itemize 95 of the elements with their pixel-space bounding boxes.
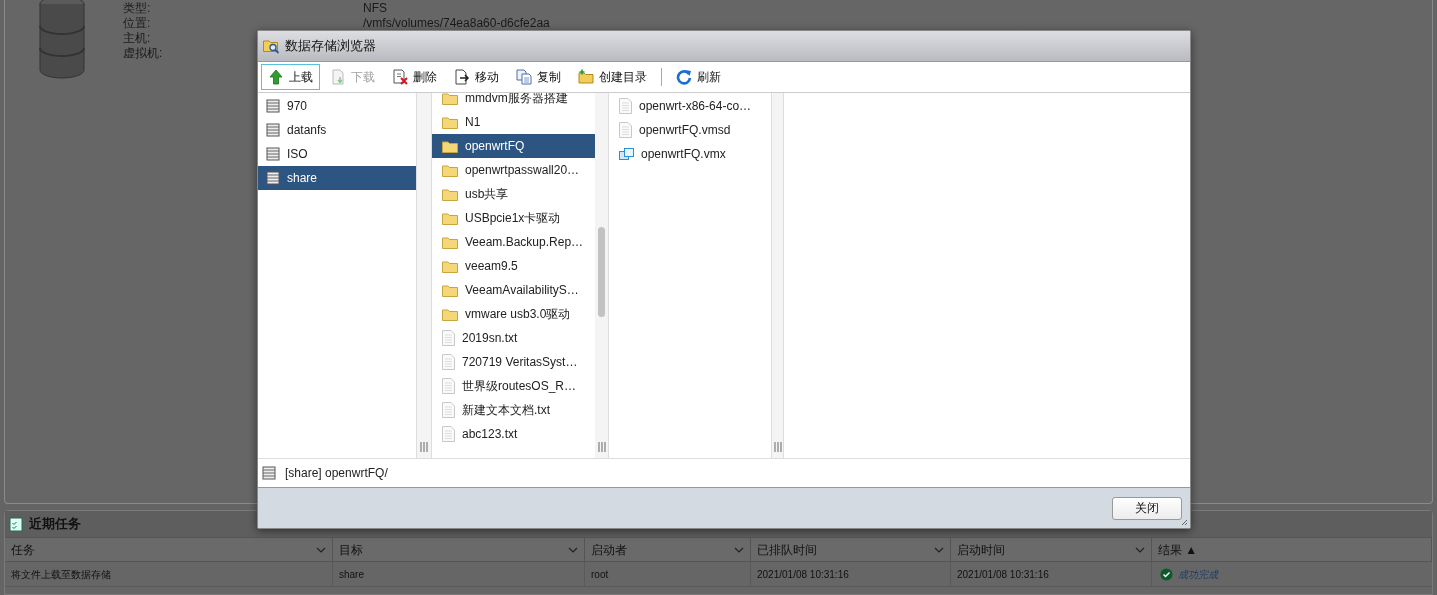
property-label: 类型: xyxy=(123,0,151,15)
document-icon xyxy=(442,378,455,394)
file-list-item[interactable]: openwrt-x86-64-co… xyxy=(609,94,771,118)
panel-title: 近期任务 xyxy=(29,515,81,534)
resize-corner-icon[interactable] xyxy=(1181,519,1188,526)
property-label: 位置: xyxy=(123,15,151,30)
folder-icon xyxy=(442,211,458,225)
chevron-down-icon[interactable] xyxy=(734,546,744,553)
table-cell-text: root xyxy=(591,567,609,582)
file-list-item[interactable]: abc123.txt xyxy=(432,422,595,446)
toolbar-button[interactable]: 复制 xyxy=(509,64,568,90)
toolbar-button[interactable]: 移动 xyxy=(447,64,506,90)
table-cell-text: 2021/01/08 10:31:16 xyxy=(957,567,1049,582)
file-list-item[interactable]: openwrtFQ xyxy=(432,134,595,158)
clipboard-check-icon xyxy=(9,516,23,532)
column-header[interactable]: 启动时间 xyxy=(951,538,1152,561)
chevron-down-icon[interactable] xyxy=(568,546,578,553)
column-header[interactable]: 目标 xyxy=(333,538,585,561)
file-list-item[interactable]: usb共享 xyxy=(432,182,595,206)
document-icon xyxy=(442,402,455,418)
column-header[interactable]: 已排队时间 xyxy=(751,538,951,561)
database-icon xyxy=(266,99,280,113)
table-cell-text: share xyxy=(339,567,364,582)
path-text: [share] openwrtFQ/ xyxy=(285,465,388,482)
document-icon xyxy=(442,426,455,442)
scrollbar-thumb[interactable] xyxy=(598,227,605,317)
datastore-item[interactable]: ISO xyxy=(258,142,416,166)
document-icon xyxy=(619,98,632,114)
document-icon xyxy=(619,122,632,138)
datastore-item[interactable]: share xyxy=(258,166,416,190)
dialog-title: 数据存储浏览器 xyxy=(285,37,376,56)
column-header[interactable]: 启动者 xyxy=(585,538,751,561)
folder-icon xyxy=(442,115,458,129)
table-cell-text: 2021/01/08 10:31:16 xyxy=(757,567,849,582)
document-x-icon xyxy=(392,69,408,85)
database-icon xyxy=(266,171,280,185)
column-header[interactable]: 任务 xyxy=(5,538,333,561)
file-list-item[interactable]: vmware usb3.0驱动 xyxy=(432,302,595,326)
resize-grip-icon[interactable] xyxy=(420,442,428,452)
database-icon xyxy=(262,466,276,480)
file-list-item[interactable]: openwrtFQ.vmsd xyxy=(609,118,771,142)
file-list-item[interactable]: mmdvm服务器搭建 xyxy=(432,93,595,110)
file-list-item[interactable]: veeam9.5 xyxy=(432,254,595,278)
documents-icon xyxy=(516,69,532,85)
virtual-machine-icon xyxy=(619,146,634,162)
resize-grip-icon[interactable] xyxy=(773,442,782,452)
status-text: 成功完成 xyxy=(1178,567,1218,582)
folder-icon xyxy=(442,283,458,297)
folder-plus-icon xyxy=(578,69,594,85)
document-down-icon xyxy=(330,69,346,85)
file-list-item[interactable]: 720719 VeritasSyst… xyxy=(432,350,595,374)
datastore-item[interactable]: datanfs xyxy=(258,118,416,142)
check-circle-icon xyxy=(1160,567,1173,581)
document-icon xyxy=(442,354,455,370)
chevron-down-icon[interactable] xyxy=(1135,546,1145,553)
toolbar-button[interactable]: 删除 xyxy=(385,64,444,90)
file-list-item[interactable]: openwrtFQ.vmx xyxy=(609,142,771,166)
folder-search-icon xyxy=(263,38,280,54)
document-icon xyxy=(442,330,455,346)
property-value: /vmfs/volumes/74ea8a60-d6cfe2aa xyxy=(363,14,550,32)
folder-icon xyxy=(442,259,458,273)
property-value: NFS xyxy=(363,0,387,17)
refresh-icon xyxy=(676,69,692,85)
document-arrow-icon xyxy=(454,69,470,85)
database-icon xyxy=(266,147,280,161)
file-list-item[interactable]: Veeam.Backup.Rep… xyxy=(432,230,595,254)
file-list-item[interactable]: 世界级routesOS_R… xyxy=(432,374,595,398)
folder-icon xyxy=(442,307,458,321)
close-button[interactable]: 关闭 xyxy=(1112,496,1182,520)
database-icon xyxy=(266,123,280,137)
folder-icon xyxy=(442,163,458,177)
file-list-item[interactable]: 新建文本文档.txt xyxy=(432,398,595,422)
folder-icon xyxy=(442,139,458,153)
property-label: 虚拟机: xyxy=(123,45,163,60)
chevron-down-icon[interactable] xyxy=(934,546,944,553)
chevron-down-icon[interactable] xyxy=(316,546,326,553)
column-splitter[interactable] xyxy=(417,93,432,458)
file-list-item[interactable]: USBpcie1x卡驱动 xyxy=(432,206,595,230)
resize-grip-icon[interactable] xyxy=(597,442,606,452)
column-splitter[interactable] xyxy=(771,93,784,458)
property-label: 主机: xyxy=(123,30,151,45)
column-header[interactable]: 结果 ▲ xyxy=(1152,538,1432,561)
file-list-item[interactable]: openwrtpasswall20… xyxy=(432,158,595,182)
folder-icon xyxy=(442,187,458,201)
folder-icon xyxy=(442,93,458,105)
scrollbar-track[interactable] xyxy=(595,93,609,458)
toolbar-button[interactable]: 创建目录 xyxy=(571,64,654,90)
up-arrow-icon xyxy=(268,69,284,85)
file-list-item[interactable]: 2019sn.txt xyxy=(432,326,595,350)
folder-icon xyxy=(442,235,458,249)
toolbar-button[interactable]: 刷新 xyxy=(669,64,728,90)
datastore-item[interactable]: 970 xyxy=(258,94,416,118)
file-list-item[interactable]: VeeamAvailabilityS… xyxy=(432,278,595,302)
file-list-item[interactable]: N1 xyxy=(432,110,595,134)
toolbar-button[interactable]: 上载 xyxy=(261,64,320,90)
